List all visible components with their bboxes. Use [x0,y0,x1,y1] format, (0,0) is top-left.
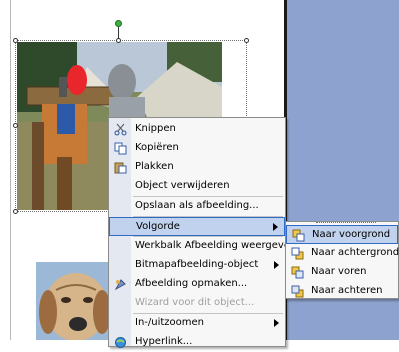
menu-item-format-picture[interactable]: Afbeelding opmaken... [109,275,285,294]
menu-item-show-picture-toolbar[interactable]: Werkbalk Afbeelding weergeven [109,237,296,256]
menu-item-label: Object verwijderen [135,180,230,191]
submenu-arrow-icon [273,223,278,231]
menu-item-copy[interactable]: Kopiëren [109,139,285,158]
menu-item-label: Volgorde [136,221,180,232]
scissors-icon [114,123,127,136]
hyperlink-icon [114,336,127,349]
dog-picture[interactable] [36,262,116,340]
resize-handle-top[interactable] [116,38,121,43]
menu-item-label: Plakken [135,161,174,172]
resize-handle-left[interactable] [13,123,18,128]
submenu-item-send-backward[interactable]: Naar achteren [286,282,398,301]
menu-item-bitmap-object[interactable]: Bitmapafbeelding-object [109,256,285,275]
menu-item-label: Hyperlink... [135,336,193,347]
bring-to-front-icon [292,229,305,242]
resize-handle-bottom-left[interactable] [13,209,18,214]
menu-item-hyperlink[interactable]: Hyperlink... [109,333,285,352]
menu-item-label: Bitmapafbeelding-object [135,259,259,270]
menu-item-zoom[interactable]: In-/uitzoomen [109,314,285,333]
resize-handle-top-left[interactable] [13,38,18,43]
menu-item-label: Werkbalk Afbeelding weergeven [135,240,297,251]
menu-item-label: Wizard voor dit object... [135,297,255,308]
copy-icon [114,142,127,155]
context-menu: Knippen Kopiëren Plakken Object verwijde… [108,117,296,348]
submenu-item-label: Naar achtergrond [311,247,399,258]
rotate-handle[interactable] [115,20,122,27]
menu-item-order[interactable]: Volgorde [109,217,285,236]
menu-item-label: In-/uitzoomen [135,317,205,328]
page-margin-guide [10,0,11,340]
bring-forward-icon [291,266,304,279]
submenu-item-label: Naar voorgrond [312,229,391,240]
order-submenu: Naar voorgrond Naar achtergrond Naar vor… [285,221,399,299]
submenu-item-bring-forward[interactable]: Naar voren [286,263,398,282]
send-backward-icon [291,285,304,298]
menu-item-object-wizard: Wizard voor dit object... [109,294,285,313]
menu-item-label: Afbeelding opmaken... [135,278,248,289]
submenu-item-label: Naar achteren [311,285,383,296]
submenu-arrow-icon [274,261,279,269]
send-to-back-icon [291,247,304,260]
submenu-item-send-to-back[interactable]: Naar achtergrond [286,244,399,263]
submenu-item-bring-to-front[interactable]: Naar voorgrond [286,225,398,244]
resize-handle-top-right[interactable] [244,38,249,43]
paste-icon [114,161,127,174]
menu-item-cut[interactable]: Knippen [109,120,285,139]
format-picture-icon [114,278,127,291]
dog-image [36,262,116,340]
menu-item-delete-object[interactable]: Object verwijderen [109,177,285,196]
submenu-item-label: Naar voren [311,266,367,277]
menu-item-label: Knippen [135,123,176,134]
submenu-arrow-icon [274,319,279,327]
menu-item-paste[interactable]: Plakken [109,158,285,177]
menu-item-label: Kopiëren [135,142,179,153]
menu-item-save-as-picture[interactable]: Opslaan als afbeelding... [109,197,285,216]
menu-item-label: Opslaan als afbeelding... [135,200,259,211]
